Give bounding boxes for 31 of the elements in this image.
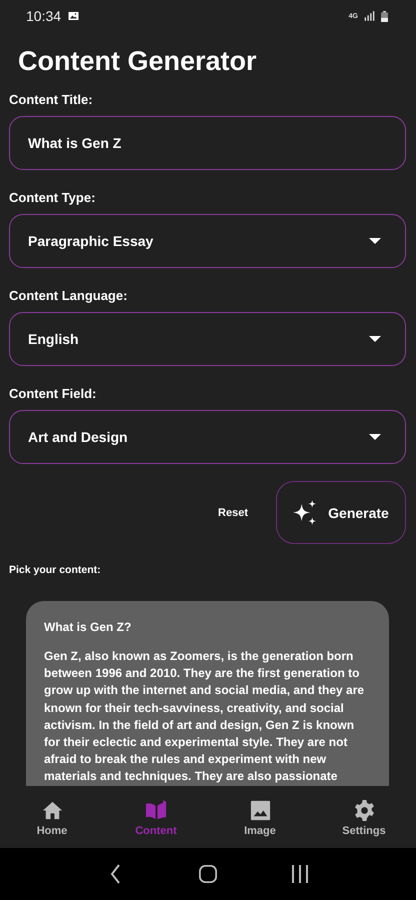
dropdown-field[interactable]: English	[9, 312, 406, 366]
dropdown-field[interactable]: Art and Design	[9, 410, 406, 464]
nav-tab[interactable]: Home	[0, 798, 104, 836]
clock: 10:34	[26, 8, 62, 24]
battery-icon	[381, 10, 388, 22]
settings-icon	[352, 798, 376, 822]
page-title: Content Generator	[18, 45, 258, 78]
content-text: Gen Z, also known as Zoomers, is the generation born between 1996 and 2010. They are the first generation to grow up with the internet and social media, and they are known for their tech-savviness, creativity, and social activism. In the field of art and design, Gen Z is known for their eclectic and experimental style. They are not afraid to break the rules and experiment with new materials and techniques. They are also passionate	[44, 648, 366, 786]
signal-icon	[364, 11, 375, 21]
picture-icon	[67, 10, 80, 22]
nav-tab[interactable]: Image	[208, 798, 312, 836]
image-icon	[248, 798, 272, 822]
caret-icon	[369, 238, 381, 244]
reset-button[interactable]: Reset	[210, 502, 256, 522]
field-label: Content Type:	[9, 190, 96, 205]
sparkle-icon	[293, 500, 318, 525]
generate-button[interactable]: Generate	[276, 481, 406, 544]
field-label: Content Field:	[9, 386, 98, 401]
recent-apps-icon	[291, 864, 309, 884]
content-card[interactable]	[26, 601, 389, 786]
caret-icon	[369, 336, 381, 342]
field-label: Content Title:	[9, 92, 94, 107]
home-button-icon	[199, 864, 217, 884]
nav-tab[interactable]: Settings	[312, 798, 416, 836]
book-icon	[144, 798, 168, 822]
dropdown-field[interactable]: Paragraphic Essay	[9, 214, 406, 268]
caret-icon	[369, 434, 381, 440]
field-label: Content Language:	[9, 288, 128, 303]
content-title: What is Gen Z?	[44, 620, 132, 634]
section-label: Pick your content:	[9, 564, 102, 576]
title-field[interactable]: What is Gen Z	[9, 116, 406, 170]
